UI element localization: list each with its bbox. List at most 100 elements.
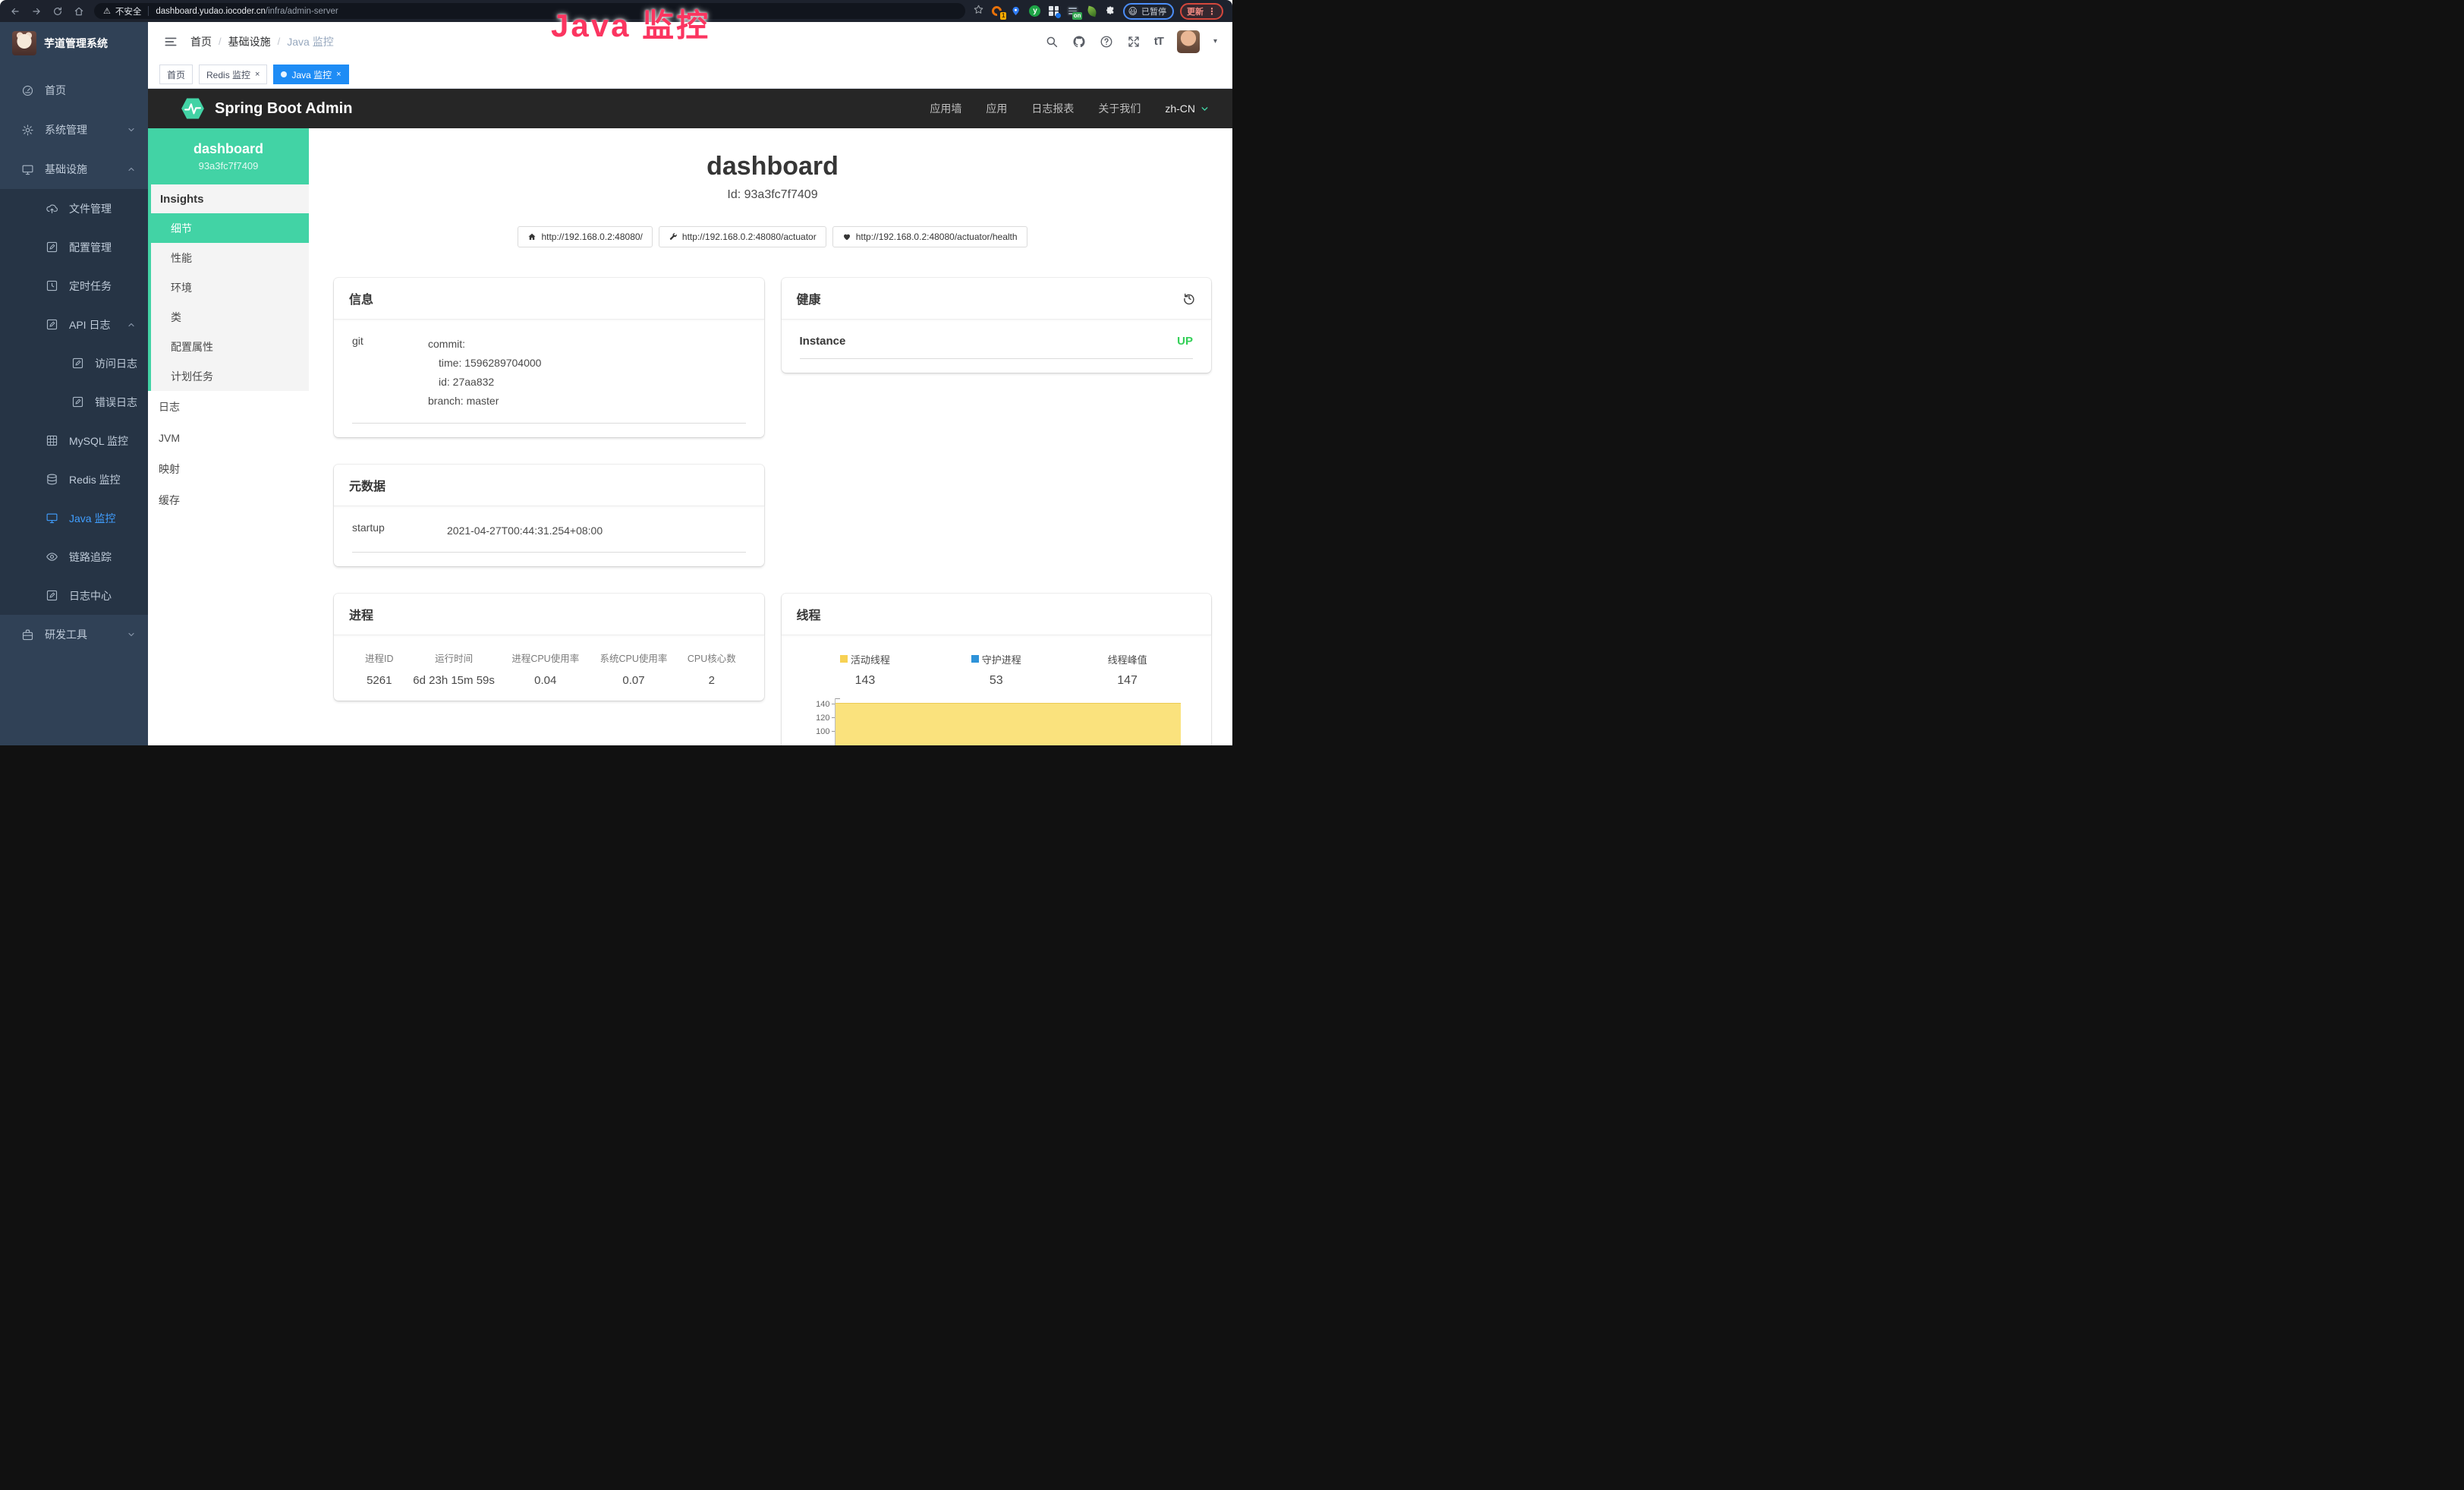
browser-forward-button[interactable]: [27, 2, 46, 20]
close-icon[interactable]: ×: [336, 71, 341, 79]
address-bar[interactable]: ⚠ 不安全 dashboard.yudao.iocoder.cn/infra/a…: [94, 3, 965, 19]
emoji-icon: 😃: [1128, 6, 1138, 17]
extension-dark-icon[interactable]: on: [1066, 5, 1079, 17]
extension-grid-icon[interactable]: [1047, 5, 1060, 17]
sidebar-item-dev-tools[interactable]: 研发工具: [0, 615, 148, 654]
extension-pin-icon[interactable]: [1009, 5, 1022, 17]
metadata-card-title: 元数据: [349, 476, 385, 494]
gear-icon: [21, 124, 34, 137]
health-url-button[interactable]: http://192.168.0.2:48080/actuator/health: [832, 226, 1027, 247]
tags-view-bar: 首页 Redis 监控 × Java 监控 ×: [148, 61, 1232, 89]
git-branch-line: branch: master: [428, 392, 746, 411]
sidebar-item-redis-monitor[interactable]: Redis 监控: [0, 460, 148, 499]
breadcrumb: 首页 / 基础设施 / Java 监控: [190, 34, 334, 49]
sba-brand-name: Spring Boot Admin: [215, 100, 352, 118]
startup-value: 2021-04-27T00:44:31.254+08:00: [447, 521, 746, 540]
sba-item-details[interactable]: 细节: [148, 213, 309, 243]
tab-label: 首页: [167, 68, 185, 81]
sidebar-item-system-mgmt[interactable]: 系统管理: [0, 110, 148, 150]
hamburger-icon[interactable]: [163, 34, 178, 49]
y-tick-120: 120: [800, 713, 830, 723]
avatar-caret-icon[interactable]: ▾: [1213, 37, 1217, 46]
browser-home-button[interactable]: [70, 2, 88, 20]
actuator-url-button[interactable]: http://192.168.0.2:48080/actuator: [659, 226, 826, 247]
sidebar-item-label: 错误日志: [95, 395, 137, 410]
edit-icon: [71, 395, 84, 408]
extensions-puzzle-icon[interactable]: [1104, 5, 1117, 17]
browser-menu-icon[interactable]: ⋮: [1207, 6, 1216, 17]
sba-nav-wallboard[interactable]: 应用墙: [930, 101, 961, 116]
process-header-uptime: 运行时间: [407, 650, 502, 665]
sba-nav-about[interactable]: 关于我们: [1098, 101, 1141, 116]
sba-item-scheduled-tasks[interactable]: 计划任务: [151, 361, 309, 391]
sba-item-logs[interactable]: 日志: [148, 391, 309, 422]
browser-reload-button[interactable]: [49, 2, 67, 20]
extension-y-icon[interactable]: y: [1028, 5, 1041, 17]
history-icon[interactable]: [1182, 291, 1196, 305]
browser-back-button[interactable]: [6, 2, 24, 20]
sba-item-classes[interactable]: 类: [151, 302, 309, 332]
sidebar-item-tracing[interactable]: 链路追踪: [0, 537, 148, 576]
paused-extension-pill[interactable]: 😃 已暂停: [1123, 3, 1174, 20]
language-selector[interactable]: zh-CN: [1165, 102, 1210, 115]
sidebar-item-config-mgmt[interactable]: 配置管理: [0, 228, 148, 266]
update-label: 更新: [1187, 5, 1204, 17]
breadcrumb-home[interactable]: 首页: [190, 34, 212, 49]
sidebar-item-home[interactable]: 首页: [0, 71, 148, 110]
sidebar-item-infrastructure[interactable]: 基础设施: [0, 150, 148, 189]
sba-item-environment[interactable]: 环境: [151, 272, 309, 302]
legend-blue-swatch: [971, 655, 979, 663]
avatar[interactable]: [1177, 30, 1200, 53]
breadcrumb-separator: /: [278, 36, 281, 47]
process-header-pid: 进程ID: [352, 650, 407, 665]
github-icon[interactable]: [1072, 35, 1086, 49]
tab-java-monitor[interactable]: Java 监控 ×: [273, 65, 348, 84]
app-logo-row[interactable]: 芋道管理系统: [0, 22, 148, 65]
search-icon[interactable]: [1045, 35, 1059, 49]
tab-label: Java 监控: [291, 68, 332, 81]
sba-sidebar: dashboard 93a3fc7f7409 Insights 细节 性能 环境…: [148, 128, 309, 745]
instance-id: 93a3fc7f7409: [199, 160, 259, 172]
sba-item-mappings[interactable]: 映射: [148, 453, 309, 484]
legend-live-threads: 活动线程 143: [800, 652, 931, 688]
sba-nav-applications[interactable]: 应用: [986, 101, 1007, 116]
sidebar-item-log-center[interactable]: 日志中心: [0, 576, 148, 615]
app-sidebar-menu: 首页 系统管理 基础设施 文件管理: [0, 65, 148, 654]
fullscreen-icon[interactable]: [1127, 35, 1141, 49]
sidebar-item-java-monitor[interactable]: Java 监控: [0, 499, 148, 537]
sidebar-item-error-logs[interactable]: 错误日志: [0, 383, 148, 421]
tab-home[interactable]: 首页: [159, 65, 193, 84]
sidebar-item-scheduled-jobs[interactable]: 定时任务: [0, 266, 148, 305]
close-icon[interactable]: ×: [255, 71, 260, 79]
sidebar-item-mysql-monitor[interactable]: MySQL 监控: [0, 421, 148, 460]
sidebar-item-label: 定时任务: [69, 279, 112, 294]
sidebar-item-file-mgmt[interactable]: 文件管理: [0, 189, 148, 228]
tab-label: Redis 监控: [206, 68, 250, 81]
extension-leaf-icon[interactable]: [1085, 5, 1098, 17]
sidebar-item-access-logs[interactable]: 访问日志: [0, 344, 148, 383]
process-value-process-cpu: 0.04: [502, 674, 590, 687]
health-card-title: 健康: [797, 289, 821, 307]
service-url-button[interactable]: http://192.168.0.2:48080/: [518, 226, 652, 247]
sba-item-metrics[interactable]: 性能: [151, 243, 309, 272]
sba-navbar: Spring Boot Admin 应用墙 应用 日志报表 关于我们 zh-CN: [148, 89, 1232, 128]
breadcrumb-infrastructure[interactable]: 基础设施: [228, 34, 271, 49]
sba-item-caches[interactable]: 缓存: [148, 484, 309, 515]
sba-instance-header[interactable]: dashboard 93a3fc7f7409: [148, 128, 309, 184]
browser-update-button[interactable]: 更新 ⋮: [1180, 3, 1223, 20]
sba-item-jvm[interactable]: JVM: [148, 422, 309, 453]
sba-nav-journal[interactable]: 日志报表: [1031, 101, 1074, 116]
sba-item-config-props[interactable]: 配置属性: [151, 332, 309, 361]
sidebar-item-api-logs[interactable]: API 日志: [0, 305, 148, 344]
font-size-icon[interactable]: tT: [1154, 35, 1163, 48]
sba-brand[interactable]: Spring Boot Admin: [180, 96, 352, 121]
extension-orange-icon[interactable]: 1: [990, 5, 1003, 17]
breadcrumb-current: Java 监控: [287, 34, 333, 49]
chevron-down-icon: [127, 630, 136, 639]
tab-redis-monitor[interactable]: Redis 监控 ×: [199, 65, 267, 84]
sidebar-item-label: 日志中心: [69, 588, 112, 603]
page-title: dashboard: [334, 151, 1211, 182]
help-icon[interactable]: [1100, 35, 1113, 49]
bookmark-star-icon[interactable]: [973, 4, 984, 19]
live-threads-area: [835, 703, 1182, 745]
